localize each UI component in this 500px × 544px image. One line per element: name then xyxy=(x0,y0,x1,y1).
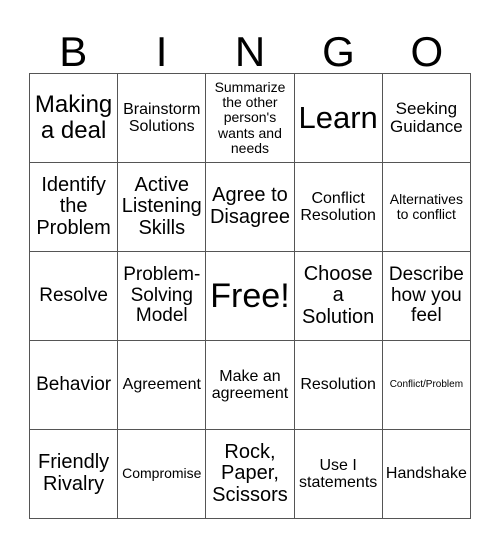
bingo-cell[interactable]: Summarize the other person's wants and n… xyxy=(205,73,295,163)
header-letter-g: G xyxy=(322,28,355,75)
bingo-cell[interactable]: Conflict/Problem xyxy=(381,340,472,430)
bingo-cell[interactable]: Active Listening Skills xyxy=(117,162,207,252)
bingo-row: Friendly Rivalry Compromise Rock, Paper,… xyxy=(28,429,472,519)
bingo-cell[interactable]: Make an agreement xyxy=(205,340,295,430)
bingo-cell[interactable]: Agree to Disagree xyxy=(205,162,295,252)
bingo-cell[interactable]: Agreement xyxy=(117,340,207,430)
bingo-row: Behavior Agreement Make an agreement Res… xyxy=(28,340,472,430)
header-letter-n: N xyxy=(234,28,266,75)
free-space[interactable]: Free! xyxy=(205,251,295,341)
bingo-cell[interactable]: Problem-Solving Model xyxy=(117,251,207,341)
bingo-cell[interactable]: Friendly Rivalry xyxy=(28,429,119,519)
bingo-cell[interactable]: Identify the Problem xyxy=(28,162,119,252)
bingo-cell[interactable]: Choose a Solution xyxy=(293,251,383,341)
bingo-cell[interactable]: Seeking Guidance xyxy=(381,73,472,163)
bingo-cell[interactable]: Compromise xyxy=(117,429,207,519)
bingo-row: Making a deal Brainstorm Solutions Summa… xyxy=(28,73,472,163)
bingo-cell[interactable]: Rock, Paper, Scissors xyxy=(205,429,295,519)
bingo-cell[interactable]: Resolve xyxy=(28,251,119,341)
bingo-cell[interactable]: Making a deal xyxy=(28,73,119,163)
bingo-cell[interactable]: Conflict Resolution xyxy=(293,162,383,252)
bingo-cell[interactable]: Resolution xyxy=(293,340,383,430)
bingo-cell[interactable]: Alternatives to conflict xyxy=(381,162,472,252)
bingo-row: Identify the Problem Active Listening Sk… xyxy=(28,162,472,252)
bingo-cell[interactable]: Brainstorm Solutions xyxy=(117,73,207,163)
bingo-cell[interactable]: Learn xyxy=(293,73,383,163)
bingo-card: Making a deal Brainstorm Solutions Summa… xyxy=(28,73,472,519)
bingo-cell[interactable]: Behavior xyxy=(28,340,119,430)
header-letter-o: O xyxy=(410,28,444,75)
bingo-cell[interactable]: Use I statements xyxy=(293,429,383,519)
bingo-row: Resolve Problem-Solving Model Free! Choo… xyxy=(28,251,472,341)
header-letter-i: I xyxy=(155,28,168,75)
bingo-header: B I N G O xyxy=(29,30,471,74)
bingo-cell[interactable]: Handshake xyxy=(381,429,472,519)
header-letter-b: B xyxy=(59,28,88,75)
bingo-cell[interactable]: Describe how you feel xyxy=(381,251,472,341)
